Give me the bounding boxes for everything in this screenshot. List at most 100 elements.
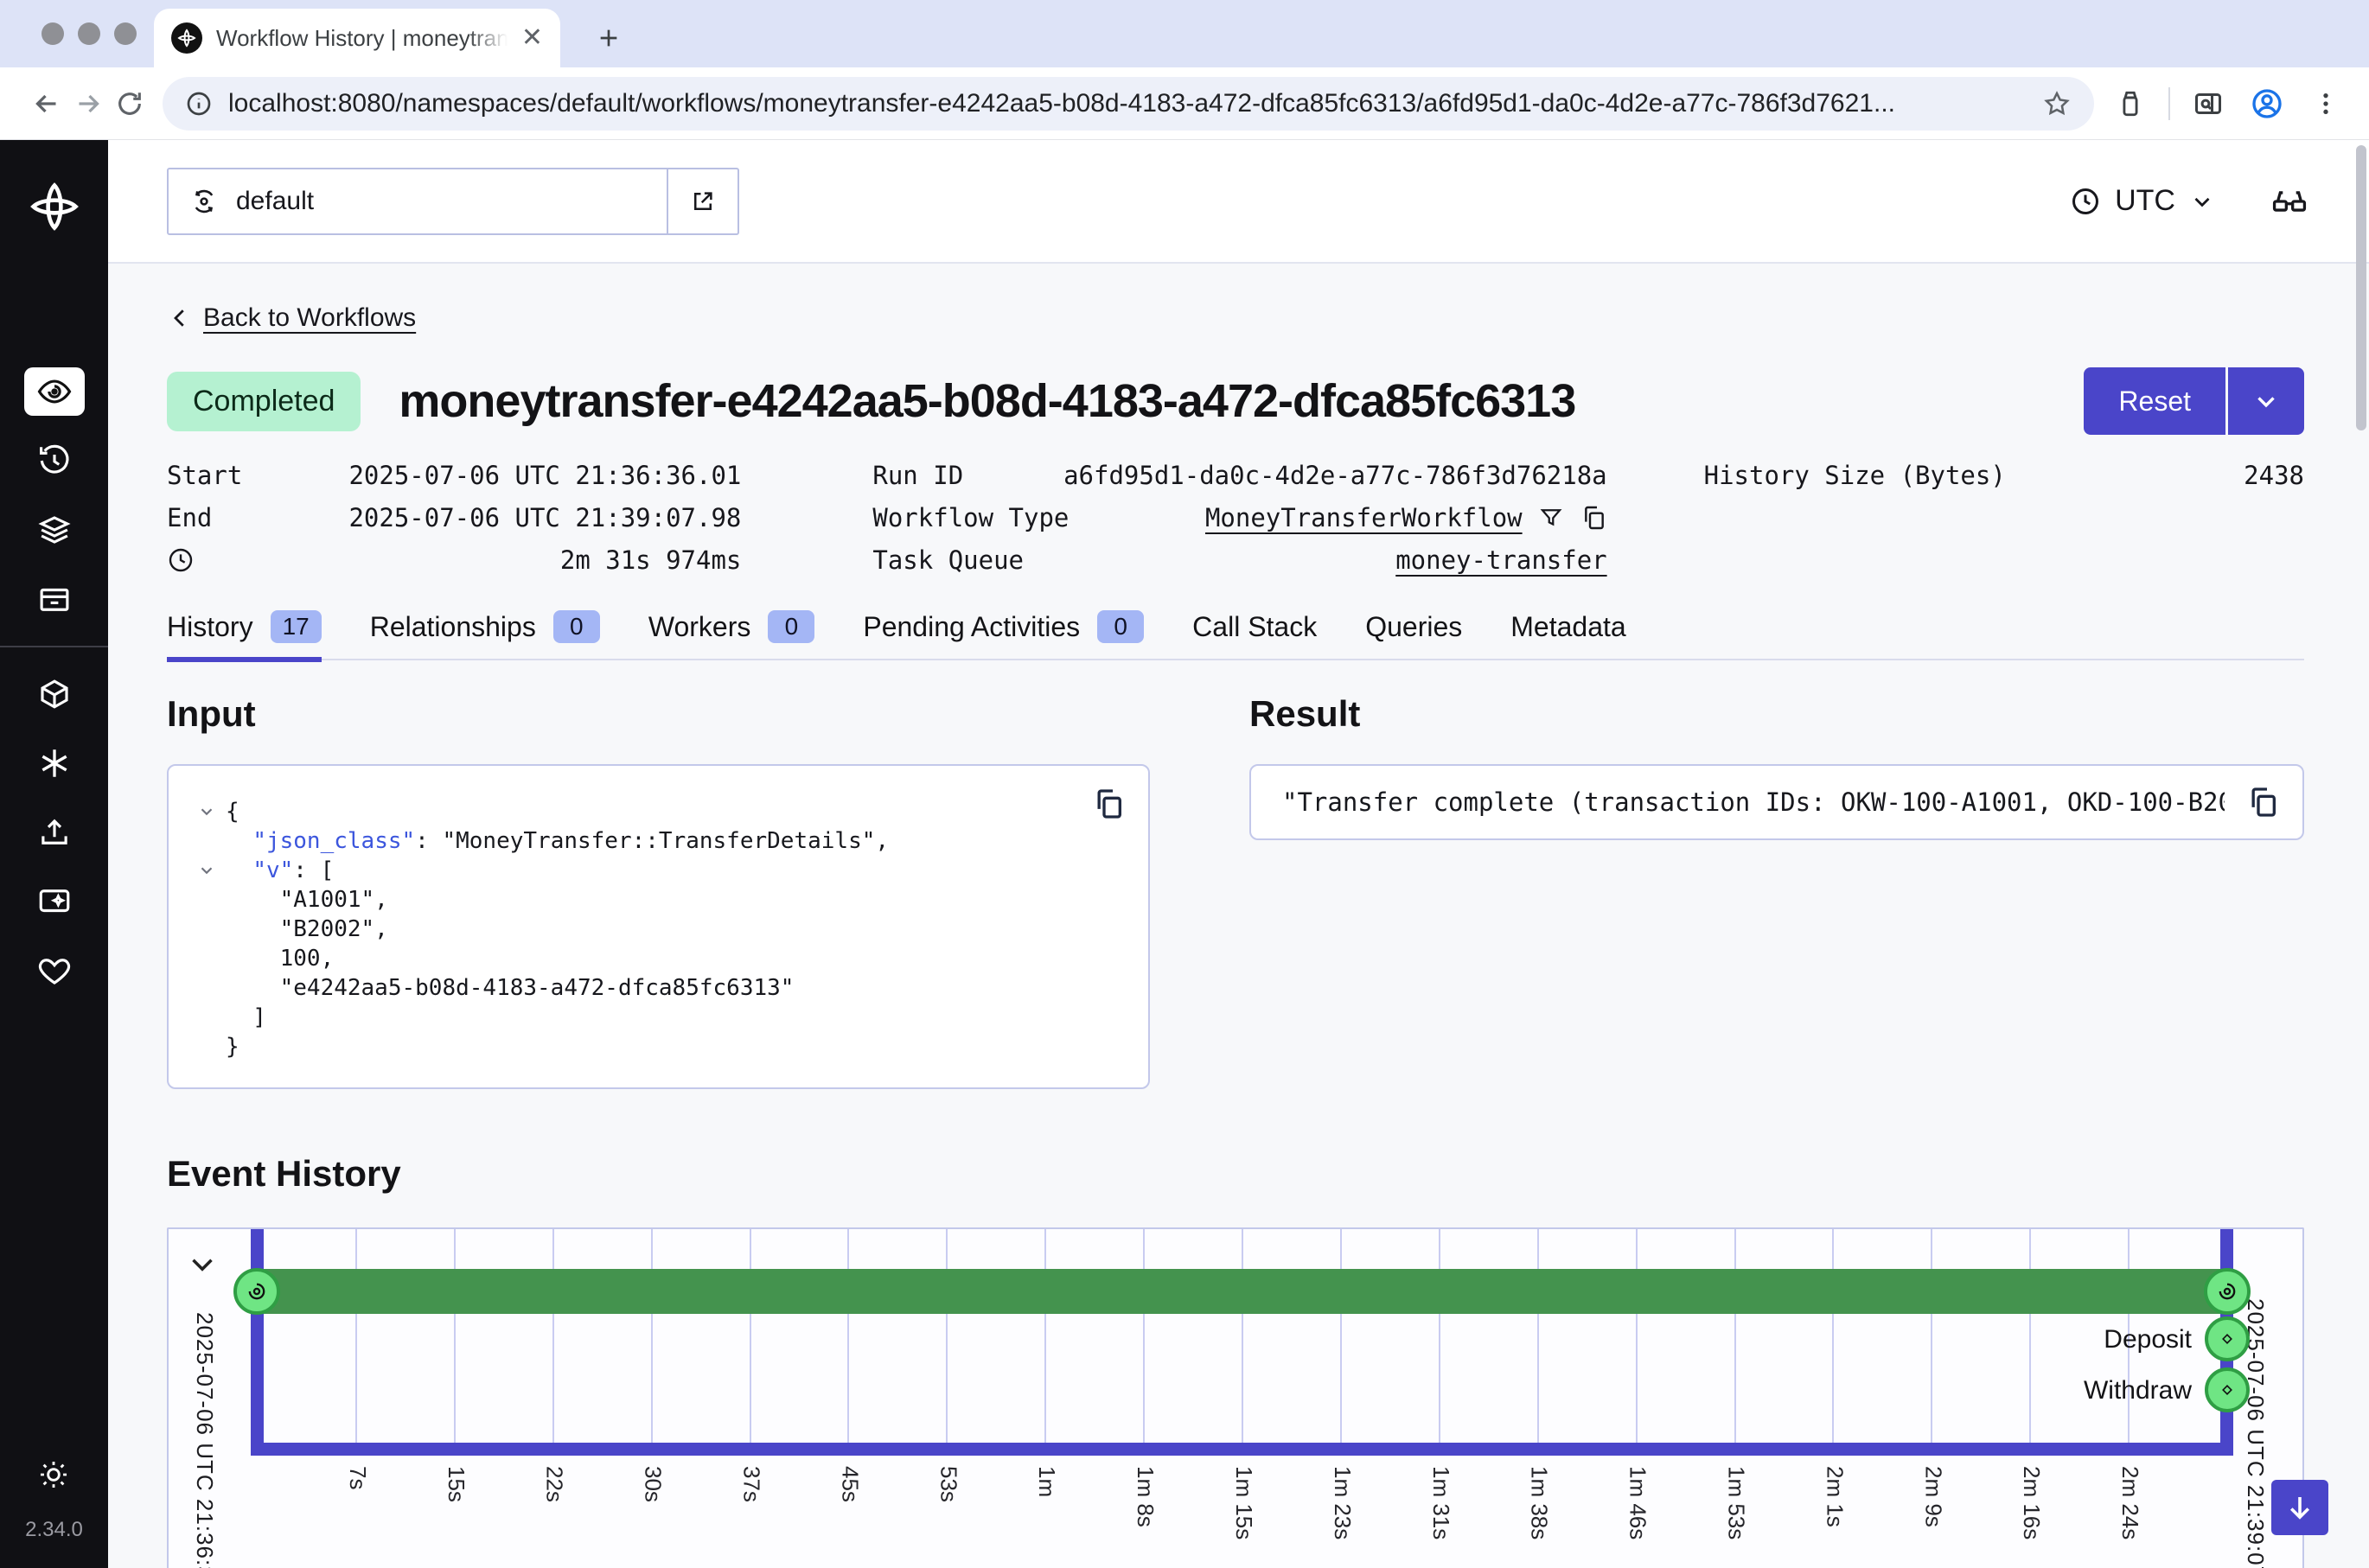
input-heading: Input bbox=[167, 693, 1150, 735]
nexus-icon bbox=[36, 745, 73, 781]
workflow-end-marker[interactable] bbox=[2204, 1268, 2251, 1315]
sidebar-item-workflows[interactable] bbox=[24, 367, 85, 416]
bookmark-star-icon[interactable] bbox=[2042, 89, 2072, 118]
tab-workers[interactable]: Workers0 bbox=[648, 610, 815, 662]
x-axis-tick-label: 1m 38s bbox=[1526, 1466, 1553, 1539]
temporal-favicon-icon bbox=[171, 22, 202, 54]
scroll-to-bottom-button[interactable] bbox=[2271, 1480, 2328, 1535]
namespace-name: default bbox=[236, 187, 314, 216]
code-line: "v": [ bbox=[188, 856, 1070, 885]
tab-pending-activities[interactable]: Pending Activities0 bbox=[863, 610, 1144, 662]
code-line: } bbox=[188, 1032, 1070, 1061]
temporal-logo[interactable] bbox=[28, 180, 81, 238]
tab-history[interactable]: History17 bbox=[167, 610, 322, 662]
x-axis-tick-label: 37s bbox=[738, 1466, 765, 1502]
sidebar-item-schedules[interactable] bbox=[24, 437, 85, 485]
event-history-heading: Event History bbox=[167, 1153, 2304, 1195]
back-icon[interactable] bbox=[26, 83, 67, 124]
namespace-selector[interactable]: default bbox=[167, 168, 739, 235]
timeline-gridline bbox=[355, 1229, 357, 1443]
app-sidebar: 2.34.0 bbox=[0, 140, 108, 1568]
sidebar-item-nexus[interactable] bbox=[24, 739, 85, 787]
zoom-window-button[interactable] bbox=[114, 22, 137, 45]
screen: Workflow History | moneytran ✕ localhost… bbox=[0, 0, 2369, 1568]
sidebar-item-namespaces[interactable] bbox=[24, 670, 85, 718]
extensions-icon[interactable] bbox=[2110, 83, 2151, 124]
timeline-expand-chevron-icon[interactable] bbox=[184, 1246, 220, 1287]
run-id-value: a6fd95d1-da0c-4d2e-a77c-786f3d76218a bbox=[1063, 461, 1607, 490]
sidebar-item-feedback[interactable] bbox=[24, 877, 85, 926]
copy-icon bbox=[2245, 785, 2280, 819]
workflow-start-marker[interactable] bbox=[233, 1268, 280, 1315]
labs-glasses-icon[interactable] bbox=[2270, 182, 2308, 220]
collapse-chevron-icon[interactable] bbox=[188, 802, 226, 821]
window-controls[interactable] bbox=[42, 22, 137, 45]
workflow-title: moneytransfer-e4242aa5-b08d-4183-a472-df… bbox=[399, 374, 1575, 428]
reset-button[interactable]: Reset bbox=[2084, 367, 2225, 435]
browser-tab[interactable]: Workflow History | moneytran ✕ bbox=[154, 9, 560, 67]
tab-relationships[interactable]: Relationships0 bbox=[370, 610, 600, 662]
activity-diamond-icon bbox=[2217, 1329, 2238, 1349]
sidebar-item-import[interactable] bbox=[24, 808, 85, 857]
sidebar-item-batch[interactable] bbox=[24, 506, 85, 554]
reset-menu-button[interactable] bbox=[2228, 367, 2304, 435]
start-value: 2025-07-06 UTC 21:36:36.01 bbox=[348, 461, 741, 490]
menu-kebab-icon[interactable] bbox=[2305, 83, 2347, 124]
back-to-workflows-link[interactable]: Back to Workflows bbox=[203, 303, 416, 333]
tab-call-stack[interactable]: Call Stack bbox=[1192, 610, 1317, 662]
tab-title: Workflow History | moneytran bbox=[216, 25, 508, 52]
filter-icon[interactable] bbox=[1538, 505, 1564, 531]
url-text[interactable]: localhost:8080/namespaces/default/workfl… bbox=[228, 89, 2027, 118]
deposit-activity-marker[interactable] bbox=[2205, 1316, 2250, 1361]
task-queue-label: Task Queue bbox=[872, 545, 1024, 575]
new-tab-button[interactable] bbox=[590, 19, 628, 57]
schedules-icon bbox=[36, 443, 73, 479]
theme-sun-icon[interactable] bbox=[37, 1458, 70, 1495]
timeline-gridline bbox=[651, 1229, 653, 1443]
arrow-down-icon bbox=[2284, 1492, 2315, 1523]
forward-icon[interactable] bbox=[67, 83, 109, 124]
timeline-gridline bbox=[1143, 1229, 1145, 1443]
browser-scrollbar-thumb[interactable] bbox=[2356, 145, 2366, 430]
run-id-label: Run ID bbox=[872, 461, 963, 490]
x-axis-tick-label: 7s bbox=[344, 1466, 371, 1489]
tab-queries[interactable]: Queries bbox=[1365, 610, 1462, 662]
x-axis-tick-label: 2m 1s bbox=[1821, 1466, 1848, 1527]
timeline-gridline bbox=[1439, 1229, 1440, 1443]
workflow-spiral-icon bbox=[245, 1279, 269, 1303]
collapse-chevron-icon[interactable] bbox=[188, 861, 226, 880]
profile-icon[interactable] bbox=[2246, 83, 2288, 124]
timeline-start-axis bbox=[251, 1229, 264, 1456]
copy-result-button[interactable] bbox=[2245, 785, 2280, 822]
input-code-viewer: { "json_class": "MoneyTransfer::Transfer… bbox=[167, 764, 1150, 1089]
x-axis-tick-label: 15s bbox=[443, 1466, 469, 1502]
withdraw-activity-marker[interactable] bbox=[2205, 1367, 2250, 1412]
address-bar[interactable]: localhost:8080/namespaces/default/workfl… bbox=[163, 77, 2094, 131]
status-badge: Completed bbox=[167, 372, 361, 431]
timezone-selector[interactable]: UTC bbox=[2070, 184, 2215, 218]
tab-metadata[interactable]: Metadata bbox=[1510, 610, 1625, 662]
input-panel: Input { "json_class": "MoneyTransfer::Tr… bbox=[167, 693, 1150, 1089]
side-panel-search-icon[interactable] bbox=[2187, 83, 2229, 124]
namespace-switcher-icon bbox=[189, 187, 219, 216]
task-queue-link[interactable]: money-transfer bbox=[1395, 545, 1606, 575]
feedback-icon bbox=[36, 883, 73, 920]
close-window-button[interactable] bbox=[42, 22, 64, 45]
chevron-left-icon bbox=[167, 305, 193, 331]
copy-icon[interactable] bbox=[1580, 504, 1607, 532]
code-line: 100, bbox=[188, 944, 1070, 973]
site-info-icon[interactable] bbox=[185, 90, 213, 118]
workflow-type-link[interactable]: MoneyTransferWorkflow bbox=[1205, 503, 1523, 532]
minimize-window-button[interactable] bbox=[78, 22, 100, 45]
start-label: Start bbox=[167, 461, 242, 490]
reload-icon[interactable] bbox=[109, 83, 150, 124]
copy-input-button[interactable] bbox=[1091, 787, 1126, 824]
workflow-execution-span[interactable] bbox=[258, 1269, 2226, 1314]
tab-count-badge: 0 bbox=[768, 610, 814, 643]
sidebar-item-archive[interactable] bbox=[24, 575, 85, 623]
x-axis-tick-label: 2m 9s bbox=[1919, 1466, 1946, 1527]
namespace-open-button[interactable] bbox=[667, 169, 738, 233]
workflows-icon bbox=[36, 373, 73, 410]
sidebar-item-favorites[interactable] bbox=[24, 947, 85, 995]
tab-close-icon[interactable]: ✕ bbox=[521, 25, 543, 51]
